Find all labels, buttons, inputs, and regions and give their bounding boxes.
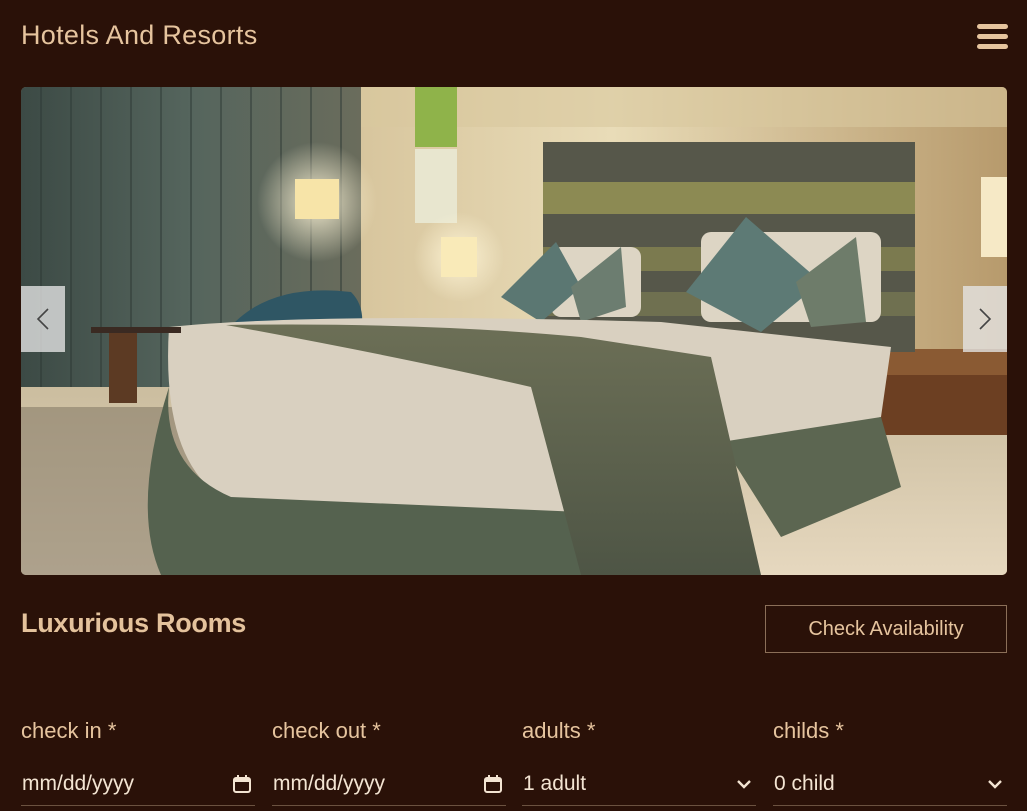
chevron-left-icon (36, 308, 49, 330)
adults-field: adults * 1 adult (522, 718, 756, 806)
site-title: Hotels And Resorts (21, 20, 258, 50)
adults-select[interactable]: 1 adult (522, 762, 756, 806)
slider-prev-button[interactable] (21, 286, 65, 352)
chevron-right-icon (979, 308, 992, 330)
hamburger-menu-icon[interactable] (977, 23, 1008, 51)
check-out-label: check out * (272, 718, 381, 743)
slider-next-button[interactable] (963, 286, 1007, 352)
calendar-icon[interactable] (232, 774, 252, 794)
menu-bar (977, 44, 1008, 49)
menu-bar (977, 24, 1008, 29)
childs-value: 0 child (774, 771, 835, 795)
check-in-field: check in * mm/dd/yyyy (21, 718, 255, 806)
check-out-date-input[interactable]: mm/dd/yyyy (272, 762, 506, 806)
check-availability-button[interactable]: Check Availability (765, 605, 1007, 653)
calendar-icon[interactable] (483, 774, 503, 794)
adults-label: adults * (522, 718, 596, 743)
childs-select[interactable]: 0 child (773, 762, 1007, 806)
page: Hotels And Resorts Luxurious Rooms Check… (0, 0, 1027, 811)
check-out-field: check out * mm/dd/yyyy (272, 718, 506, 806)
childs-label: childs * (773, 718, 844, 743)
hero-slider[interactable] (21, 87, 1007, 575)
section-title: Luxurious Rooms (21, 608, 247, 638)
check-in-value: mm/dd/yyyy (22, 771, 135, 795)
chevron-down-icon (737, 779, 751, 789)
check-in-label: check in * (21, 718, 117, 743)
childs-field: childs * 0 child (773, 718, 1007, 806)
check-out-value: mm/dd/yyyy (273, 771, 386, 795)
menu-bar (977, 34, 1008, 39)
hotel-room-image (21, 87, 1007, 575)
chevron-down-icon (988, 779, 1002, 789)
adults-value: 1 adult (523, 771, 587, 795)
check-in-date-input[interactable]: mm/dd/yyyy (21, 762, 255, 806)
